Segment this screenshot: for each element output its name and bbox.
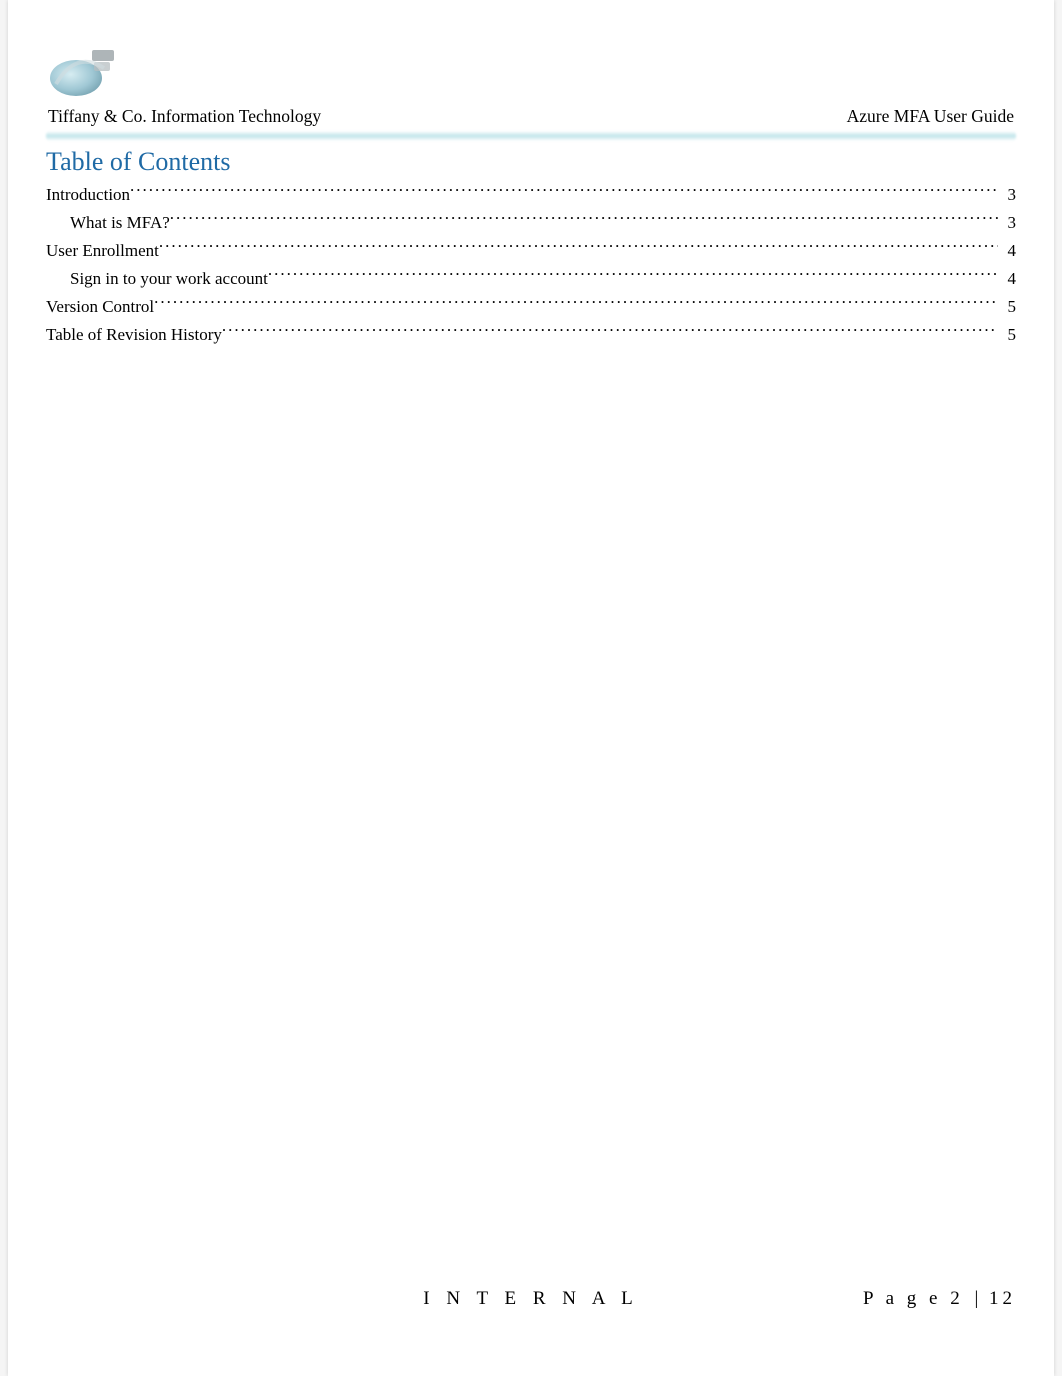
toc-entry-label: Sign in to your work account	[70, 266, 268, 292]
toc-entry-page: 3	[998, 210, 1016, 236]
toc-leader-dots	[159, 237, 998, 256]
footer-page-separator: |	[974, 1288, 978, 1309]
toc-entry[interactable]: Introduction 3	[46, 181, 1016, 208]
toc-entry-label: User Enrollment	[46, 238, 159, 264]
toc-leader-dots	[130, 181, 998, 200]
page-footer: I N T E R N A L P a g e 2 | 12	[46, 1288, 1016, 1310]
footer-page-total: 12	[989, 1288, 1016, 1309]
toc-list: Introduction3What is MFA?3User Enrollmen…	[46, 181, 1016, 348]
header-left: Tiffany & Co. Information Technology	[48, 106, 321, 127]
toc-leader-dots	[222, 321, 998, 340]
toc-entry-label: Version Control	[46, 294, 154, 320]
toc-entry[interactable]: User Enrollment 4	[46, 237, 1016, 264]
toc-entry-page: 4	[998, 238, 1016, 264]
toc-title: Table of Contents	[46, 147, 1016, 177]
toc-entry-page: 5	[998, 322, 1016, 348]
toc-entry[interactable]: Version Control 5	[46, 293, 1016, 320]
toc-leader-dots	[268, 265, 998, 284]
footer-page-indicator: P a g e 2 | 12	[863, 1288, 1016, 1310]
toc-entry-page: 3	[998, 182, 1016, 208]
toc-entry-page: 5	[998, 294, 1016, 320]
footer-classification: I N T E R N A L	[423, 1288, 638, 1310]
header-divider	[46, 131, 1016, 141]
toc-entry[interactable]: Table of Revision History 5	[46, 321, 1016, 348]
toc-entry[interactable]: What is MFA? 3	[46, 209, 1016, 236]
toc-leader-dots	[170, 209, 998, 228]
company-logo	[46, 40, 132, 100]
page-header: Tiffany & Co. Information Technology Azu…	[46, 106, 1016, 131]
document-page: Tiffany & Co. Information Technology Azu…	[8, 0, 1054, 1376]
toc-entry-label: Table of Revision History	[46, 322, 222, 348]
header-right: Azure MFA User Guide	[847, 106, 1014, 127]
toc-entry[interactable]: Sign in to your work account 4	[46, 265, 1016, 292]
toc-entry-page: 4	[998, 266, 1016, 292]
footer-page-label: P a g e	[863, 1288, 941, 1309]
toc-leader-dots	[154, 293, 998, 312]
toc-entry-label: What is MFA?	[70, 210, 170, 236]
toc-entry-label: Introduction	[46, 182, 130, 208]
footer-page-current: 2	[950, 1288, 964, 1309]
